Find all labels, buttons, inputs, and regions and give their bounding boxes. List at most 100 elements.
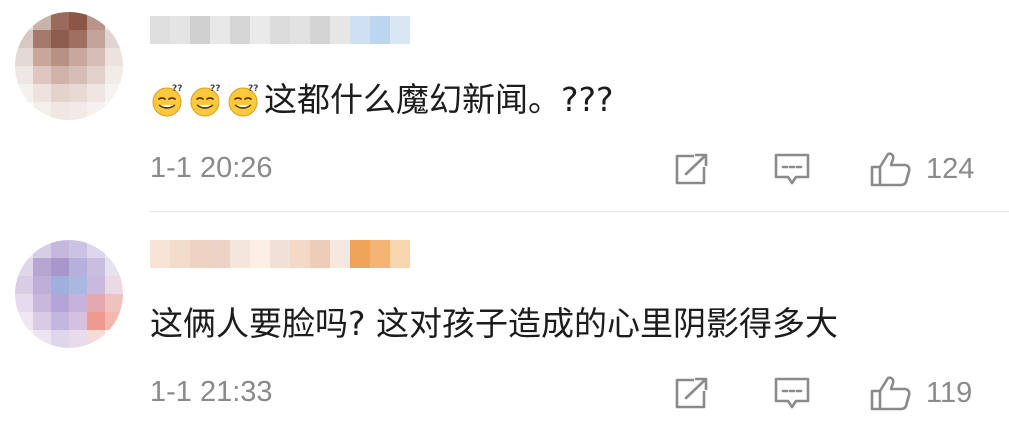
avatar-mosaic-cell xyxy=(15,294,33,312)
avatar-mosaic-cell xyxy=(51,12,69,30)
comment-item: 这俩人要脸吗? 这对孩子造成的心里阴影得多大 1-1 21:33 119 xyxy=(0,212,1009,423)
avatar-mosaic-cell xyxy=(15,276,33,294)
avatar-mosaic-cell xyxy=(87,240,105,258)
avatar-mosaic-cell xyxy=(69,312,87,330)
username-mosaic-cell xyxy=(290,16,310,44)
timestamp: 1-1 20:26 xyxy=(150,152,273,184)
avatar-mosaic-cell xyxy=(87,30,105,48)
avatar-mosaic-cell xyxy=(87,12,105,30)
avatar-mosaic-cell xyxy=(51,48,69,66)
avatar-mosaic-cell xyxy=(87,312,105,330)
avatar-mosaic-cell xyxy=(33,312,51,330)
username-mosaic-cell xyxy=(270,16,290,44)
comment-text: 这俩人要脸吗? 这对孩子造成的心里阴影得多大 xyxy=(150,302,838,346)
like-button[interactable]: 124 xyxy=(868,151,998,187)
avatar-mosaic-cell xyxy=(15,330,33,348)
avatar-mosaic-cell xyxy=(51,66,69,84)
thumbs-up-icon xyxy=(870,376,911,411)
avatar-mosaic-cell xyxy=(105,276,123,294)
avatar[interactable] xyxy=(15,240,123,348)
username-mosaic-cell xyxy=(230,16,250,44)
avatar-mosaic-cell xyxy=(87,276,105,294)
username-mosaic-cell xyxy=(190,16,210,44)
username-mosaic-cell xyxy=(330,16,350,44)
avatar-mosaic-cell xyxy=(33,294,51,312)
avatar-mosaic-cell xyxy=(51,294,69,312)
username-mosaic-cell xyxy=(170,240,190,268)
avatar-mosaic-cell xyxy=(69,30,87,48)
avatar-mosaic-cell xyxy=(87,102,105,120)
avatar-mosaic-cell xyxy=(33,258,51,276)
avatar-mosaic-cell xyxy=(15,30,33,48)
avatar-mosaic-cell xyxy=(105,312,123,330)
comment-meta-bar: 1-1 21:33 119 xyxy=(0,372,1009,412)
username-mosaic-cell xyxy=(370,16,390,44)
avatar-mosaic-cell xyxy=(51,240,69,258)
avatar-mosaic-cell xyxy=(87,258,105,276)
username-mosaic-cell xyxy=(150,240,170,268)
username-mosaic-cell xyxy=(210,16,230,44)
username-blurred[interactable] xyxy=(150,16,410,44)
comment-body: 这俩人要脸吗? 这对孩子造成的心里阴影得多大 xyxy=(150,304,839,343)
avatar-mosaic-cell xyxy=(69,48,87,66)
avatar-mosaic-cell xyxy=(33,66,51,84)
avatar-mosaic-cell xyxy=(33,12,51,30)
avatar-mosaic-cell xyxy=(69,66,87,84)
svg-text:??: ?? xyxy=(172,84,182,94)
thinking-squint-emoji-icon: ?? xyxy=(150,82,186,118)
avatar-mosaic-cell xyxy=(15,102,33,120)
avatar-mosaic-cell xyxy=(69,330,87,348)
avatar-mosaic-cell xyxy=(69,240,87,258)
avatar-mosaic-cell xyxy=(51,276,69,294)
avatar-mosaic-cell xyxy=(105,258,123,276)
username-mosaic-cell xyxy=(390,240,410,268)
share-button[interactable] xyxy=(672,375,712,411)
username-mosaic-cell xyxy=(230,240,250,268)
comment-icon xyxy=(774,153,810,185)
avatar-mosaic-cell xyxy=(33,276,51,294)
avatar-mosaic-cell xyxy=(69,12,87,30)
avatar-mosaic-cell xyxy=(33,84,51,102)
username-mosaic-cell xyxy=(290,240,310,268)
reply-button[interactable] xyxy=(772,151,812,187)
avatar-mosaic-cell xyxy=(51,84,69,102)
avatar[interactable] xyxy=(15,12,123,120)
avatar-mosaic-cell xyxy=(69,294,87,312)
username-mosaic-cell xyxy=(250,16,270,44)
username-mosaic-cell xyxy=(350,16,370,44)
reply-button[interactable] xyxy=(772,375,812,411)
comment-item: ?? ?? ?? 这都什么魔幻新闻。??? 1-1 20:26 124 xyxy=(0,0,1009,212)
avatar-mosaic-cell xyxy=(33,30,51,48)
avatar-mosaic-cell xyxy=(51,330,69,348)
share-icon xyxy=(675,377,708,409)
thinking-squint-emoji-icon: ?? xyxy=(188,82,224,118)
share-button[interactable] xyxy=(672,151,712,187)
comment-text: ?? ?? ?? 这都什么魔幻新闻。??? xyxy=(150,78,614,122)
comment-body: 这都什么魔幻新闻。??? xyxy=(264,80,614,119)
avatar-mosaic-cell xyxy=(15,312,33,330)
avatar-mosaic-cell xyxy=(51,312,69,330)
avatar-mosaic-cell xyxy=(105,102,123,120)
share-icon xyxy=(675,153,708,185)
avatar-mosaic-cell xyxy=(15,84,33,102)
avatar-mosaic-cell xyxy=(33,330,51,348)
comment-meta-bar: 1-1 20:26 124 xyxy=(0,148,1009,188)
avatar-mosaic-cell xyxy=(51,258,69,276)
avatar-mosaic-cell xyxy=(105,240,123,258)
avatar-mosaic-cell xyxy=(51,102,69,120)
avatar-mosaic-cell xyxy=(33,102,51,120)
avatar-mosaic-cell xyxy=(105,30,123,48)
avatar-mosaic-cell xyxy=(69,258,87,276)
timestamp: 1-1 21:33 xyxy=(150,376,273,408)
username-mosaic-cell xyxy=(250,240,270,268)
avatar-mosaic-cell xyxy=(69,84,87,102)
avatar-mosaic-cell xyxy=(105,12,123,30)
avatar-mosaic-cell xyxy=(15,258,33,276)
username-mosaic-cell xyxy=(190,240,210,268)
avatar-mosaic-cell xyxy=(15,12,33,30)
svg-text:??: ?? xyxy=(210,84,220,94)
username-blurred[interactable] xyxy=(150,240,410,268)
avatar-mosaic-cell xyxy=(87,48,105,66)
username-mosaic-cell xyxy=(330,240,350,268)
like-button[interactable]: 119 xyxy=(868,375,998,411)
